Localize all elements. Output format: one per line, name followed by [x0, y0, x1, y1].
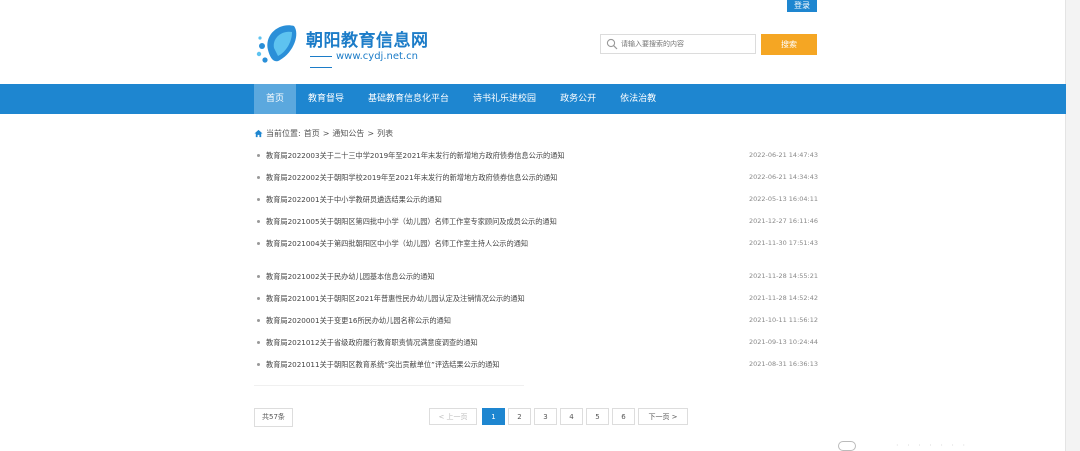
notice-title-link[interactable]: 教育局2021012关于省级政府履行教育职责情况满意度调查的通知	[266, 338, 478, 348]
list-item: 教育局2021005关于朝阳区第四批中小学（幼儿园）名师工作室专家顾问及成员公示…	[254, 212, 818, 234]
breadcrumb-prefix: 当前位置:	[266, 129, 301, 138]
notice-date: 2021-09-13 10:24:44	[748, 338, 818, 346]
bullet-icon	[257, 297, 260, 300]
bullet-icon	[257, 363, 260, 366]
top-bar: 登录	[0, 0, 1080, 14]
notice-title-link[interactable]: 教育局2022001关于中小学教研员遴选结果公示的通知	[266, 195, 442, 205]
search-box	[600, 34, 756, 54]
list-item: 教育局2021002关于民办幼儿园基本信息公示的通知 2021-11-28 14:…	[254, 267, 818, 289]
bullet-icon	[257, 319, 260, 322]
notice-date: 2021-11-28 14:52:42	[748, 294, 818, 302]
bullet-icon	[257, 154, 260, 157]
notice-title-link[interactable]: 教育局2021004关于第四批朝阳区中小学（幼儿园）名师工作室主持人公示的通知	[266, 239, 528, 249]
notice-date: 2022-06-21 14:47:43	[748, 151, 818, 159]
search-button[interactable]: 搜索	[761, 34, 817, 55]
breadcrumb-separator: >	[367, 129, 375, 138]
watermark-dots: · · · · · · ·	[896, 441, 969, 450]
page-button-6[interactable]: 6	[612, 408, 635, 425]
site-url-text: www.cydj.net.cn	[336, 51, 418, 62]
notice-title-link[interactable]: 教育局2020001关于变更16所民办幼儿园名称公示的通知	[266, 316, 451, 326]
logo-mark-icon	[256, 25, 297, 63]
list-item: 教育局2021012关于省级政府履行教育职责情况满意度调查的通知 2021-09-…	[254, 333, 818, 355]
prev-page-button[interactable]: < 上一页	[429, 408, 477, 425]
notice-date: 2021-11-28 14:55:21	[748, 272, 818, 280]
nav-item-4[interactable]: 诗书礼乐进校园	[461, 84, 548, 114]
breadcrumb-current: 列表	[377, 129, 394, 138]
home-icon	[254, 129, 263, 138]
breadcrumb-separator: >	[322, 129, 330, 138]
search-icon	[606, 38, 618, 50]
notice-date: 2021-12-27 16:11:46	[748, 217, 818, 225]
list-divider	[254, 385, 524, 386]
breadcrumb-notices[interactable]: 通知公告	[332, 128, 364, 139]
notice-date: 2021-11-30 17:51:43	[748, 239, 818, 247]
nav-item-2[interactable]: 教育督导	[296, 84, 356, 114]
total-count: 共57条	[254, 408, 293, 427]
login-button[interactable]: 登录	[787, 0, 817, 12]
notice-title-link[interactable]: 教育局2021002关于民办幼儿园基本信息公示的通知	[266, 272, 435, 282]
bullet-icon	[257, 341, 260, 344]
list-item: 教育局2021011关于朝阳区教育系统“突出贡献单位”评选结果公示的通知 2021…	[254, 355, 818, 377]
notice-title-link[interactable]: 教育局2021005关于朝阳区第四批中小学（幼儿园）名师工作室专家顾问及成员公示…	[266, 217, 557, 227]
nav-item-3[interactable]: 基础教育信息化平台	[356, 84, 461, 114]
bullet-icon	[257, 275, 260, 278]
nav-item-5[interactable]: 政务公开	[548, 84, 608, 114]
notice-title-link[interactable]: 教育局2021011关于朝阳区教育系统“突出贡献单位”评选结果公示的通知	[266, 360, 500, 370]
page-button-3[interactable]: 3	[534, 408, 557, 425]
bullet-icon	[257, 176, 260, 179]
list-item: 教育局2022002关于朝阳学校2019年至2021年末发行的新增地方政府债券信…	[254, 168, 818, 190]
breadcrumb: 当前位置: 首页 > 通知公告 > 列表	[254, 128, 396, 139]
notice-date: 2021-08-31 16:36:13	[748, 360, 818, 368]
list-item: 教育局2022001关于中小学教研员遴选结果公示的通知 2022-05-13 16…	[254, 190, 818, 212]
notice-date: 2022-06-21 14:34:43	[748, 173, 818, 181]
site-title: 朝阳教育信息网	[306, 31, 429, 51]
bullet-icon	[257, 198, 260, 201]
nav-item-6[interactable]: 依法治教	[608, 84, 668, 114]
main-nav: 首页 教育督导 基础教育信息化平台 诗书礼乐进校园 政务公开 依法治教	[0, 84, 1066, 114]
bullet-icon	[257, 220, 260, 223]
watermark-badge-icon	[838, 440, 856, 451]
list-item: 教育局2021004关于第四批朝阳区中小学（幼儿园）名师工作室主持人公示的通知 2…	[254, 234, 818, 256]
notice-title-link[interactable]: 教育局2022003关于二十三中学2019年至2021年末发行的新增地方政府债券…	[266, 151, 565, 161]
page-button-1[interactable]: 1	[482, 408, 505, 425]
next-page-button[interactable]: 下一页 >	[638, 408, 688, 425]
site-logo[interactable]: 朝阳教育信息网 www.cydj.net.cn	[254, 20, 444, 70]
notice-title-link[interactable]: 教育局2021001关于朝阳区2021年普惠性民办幼儿园认定及注销情况公示的通知	[266, 294, 525, 304]
notice-date: 2021-10-11 11:56:12	[748, 316, 818, 324]
nav-item-1[interactable]: 首页	[254, 84, 297, 114]
page-button-2[interactable]: 2	[508, 408, 531, 425]
breadcrumb-home[interactable]: 首页	[304, 128, 320, 139]
notice-list: 教育局2022003关于二十三中学2019年至2021年末发行的新增地方政府债券…	[254, 146, 818, 377]
pagination: 共57条 < 上一页 1 2 3 4 5 6 下一页 >	[254, 408, 818, 427]
notice-date: 2022-05-13 16:04:11	[748, 195, 818, 203]
page-button-5[interactable]: 5	[586, 408, 609, 425]
right-edge	[1065, 0, 1080, 451]
page-button-4[interactable]: 4	[560, 408, 583, 425]
search-input[interactable]	[621, 37, 751, 51]
list-item: 教育局2022003关于二十三中学2019年至2021年末发行的新增地方政府债券…	[254, 146, 818, 168]
list-gap	[254, 256, 818, 267]
notice-title-link[interactable]: 教育局2022002关于朝阳学校2019年至2021年末发行的新增地方政府债券信…	[266, 173, 557, 183]
watermark: · · · · · · ·	[838, 440, 968, 451]
list-item: 教育局2020001关于变更16所民办幼儿园名称公示的通知 2021-10-11 …	[254, 311, 818, 333]
bullet-icon	[257, 242, 260, 245]
list-item: 教育局2021001关于朝阳区2021年普惠性民办幼儿园认定及注销情况公示的通知…	[254, 289, 818, 311]
site-url: www.cydj.net.cn	[306, 51, 444, 73]
